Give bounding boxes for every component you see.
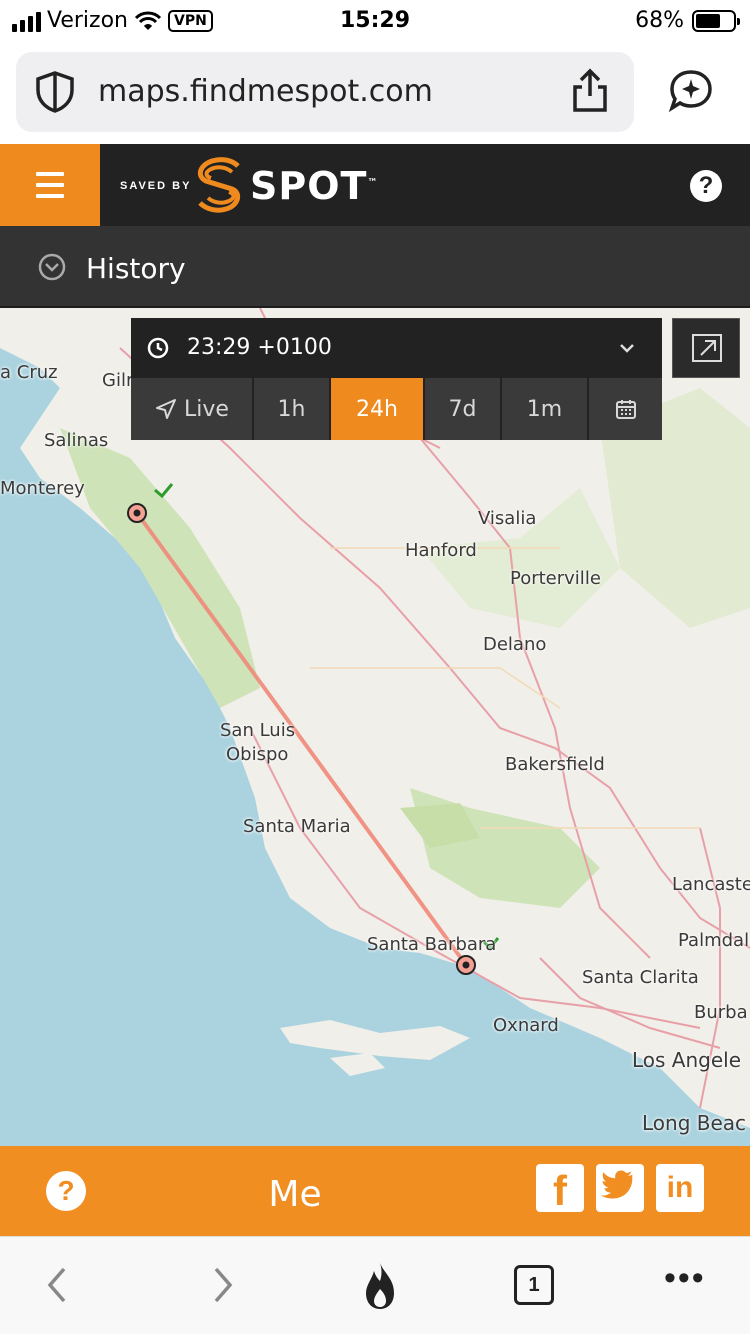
status-bar-right: 68% (635, 8, 740, 33)
history-bar[interactable]: History (0, 226, 750, 308)
facebook-icon[interactable]: f (536, 1164, 584, 1214)
map-label: Hanford (405, 540, 477, 561)
browser-toolbar: 1 ••• (0, 1236, 750, 1334)
calendar-icon (615, 400, 636, 419)
chevron-circle-down-icon[interactable] (38, 253, 66, 281)
back-icon[interactable] (36, 1263, 80, 1307)
map-label: Salinas (44, 430, 109, 451)
more-options-icon[interactable]: ••• (664, 1259, 706, 1298)
expand-map-button[interactable] (672, 318, 740, 378)
footer-bar: ? Me f in (0, 1146, 750, 1236)
app-header: SAVED BY SPOT™ ? (0, 144, 750, 226)
battery-icon (692, 9, 740, 32)
map-label: San Luis (220, 720, 296, 741)
tab-calendar[interactable] (589, 378, 662, 440)
map-label: Los Angele (632, 1048, 742, 1072)
tab-1m[interactable]: 1m (502, 378, 589, 440)
map-label: Lancaste (672, 874, 750, 895)
map-label: a Cruz (0, 362, 58, 383)
tab-24h[interactable]: 24h (331, 378, 425, 440)
tab-live[interactable]: Live (131, 378, 254, 440)
url-text[interactable]: maps.findmespot.com (98, 74, 433, 109)
map-label: Long Beac (642, 1111, 747, 1135)
tabs-button[interactable]: 1 (514, 1265, 554, 1305)
brand-name: SPOT™ (250, 164, 379, 208)
spot-logo-icon (197, 157, 241, 213)
privacy-shield-icon[interactable] (34, 70, 76, 114)
track-start-point[interactable] (127, 503, 147, 523)
linkedin-icon[interactable]: in (656, 1164, 704, 1212)
help-button[interactable]: ? (690, 170, 722, 202)
track-end-point[interactable] (456, 955, 476, 975)
footer-label: Me (268, 1174, 322, 1215)
clock-icon (147, 337, 169, 359)
battery-percent: 68% (635, 8, 684, 33)
map-label: Obispo (226, 744, 289, 765)
map-label: Santa Clarita (582, 967, 699, 988)
map-label: Gilr (102, 370, 134, 391)
map-label: Visalia (478, 508, 537, 529)
map-label: Monterey (0, 478, 85, 499)
time-range-tabs: Live 1h 24h 7d 1m (131, 378, 662, 440)
status-bar: Verizon VPN 15:29 68% (0, 0, 750, 44)
forward-icon[interactable] (200, 1263, 244, 1307)
map-view[interactable]: a Cruz Gilr Salinas Monterey Visalia Han… (0, 308, 750, 1146)
time-range-panel: 23:29 +0100 Live 1h 24h 7d 1m (131, 318, 662, 440)
time-value[interactable]: 23:29 +0100 (187, 335, 332, 360)
map-label: Palmdal (678, 930, 750, 951)
browser-url-area: maps.findmespot.com (0, 44, 750, 144)
map-label: Bakersfield (505, 754, 605, 775)
tab-1h[interactable]: 1h (254, 378, 331, 440)
menu-button[interactable] (0, 144, 100, 226)
url-bar[interactable]: maps.findmespot.com (16, 52, 634, 132)
navigation-arrow-icon (156, 399, 177, 419)
share-icon[interactable] (570, 68, 610, 114)
map-label: Santa Maria (243, 816, 351, 837)
map-label: Burba (694, 1002, 748, 1023)
expand-icon (692, 334, 722, 362)
map-label: Delano (483, 634, 547, 655)
app-screen: Verizon VPN 15:29 68% maps.findmespot.co… (0, 0, 750, 1334)
map-label: Porterville (510, 568, 601, 589)
time-selector[interactable]: 23:29 +0100 (131, 318, 662, 378)
tab-7d[interactable]: 7d (425, 378, 502, 440)
history-label[interactable]: History (86, 252, 186, 285)
twitter-icon[interactable] (596, 1164, 644, 1212)
flame-icon[interactable] (358, 1261, 402, 1311)
map-label: Santa Barbara (367, 934, 497, 955)
brand-tagline: SAVED BY (120, 180, 192, 192)
chat-assistant-icon[interactable] (668, 68, 714, 114)
map-label: Oxnard (493, 1015, 559, 1036)
chevron-down-icon[interactable] (617, 338, 637, 358)
